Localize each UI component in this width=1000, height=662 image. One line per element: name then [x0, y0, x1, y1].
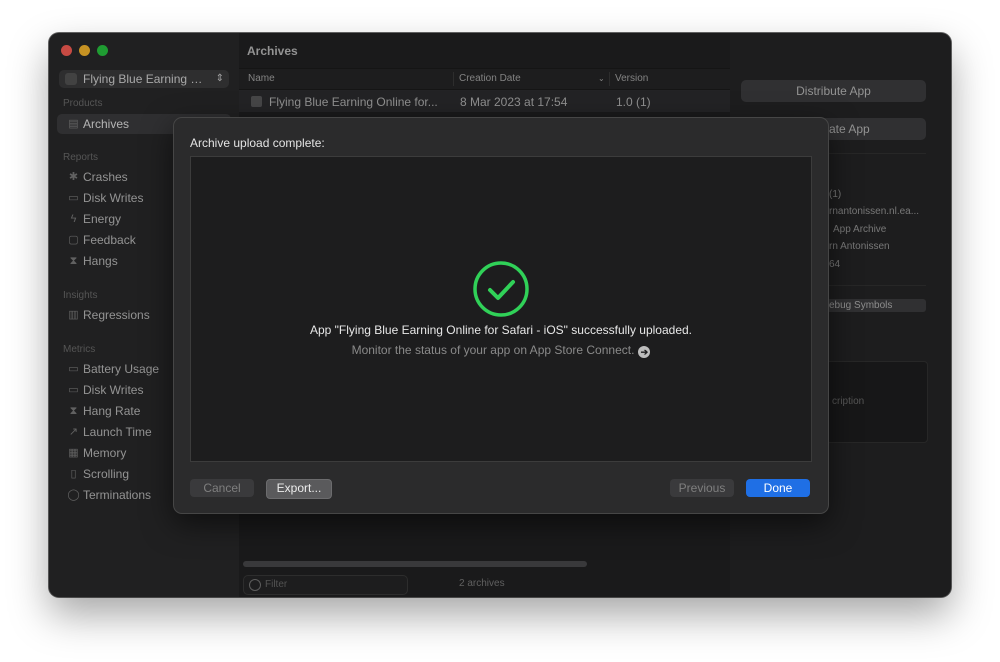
app-store-connect-link[interactable]: Monitor the status of your app on App St…: [191, 343, 811, 358]
done-button[interactable]: Done: [746, 479, 810, 497]
dialog-title: Archive upload complete:: [190, 136, 325, 150]
checkmark-circle-icon: [473, 261, 529, 317]
arrow-right-circle-icon[interactable]: ➔: [638, 346, 651, 358]
dialog-content-panel: App "Flying Blue Earning Online for Safa…: [190, 156, 812, 462]
upload-complete-dialog: Archive upload complete: App "Flying Blu…: [173, 117, 829, 514]
cancel-button[interactable]: Cancel: [190, 479, 254, 497]
xcode-organizer-window: Flying Blue Earning On... ⇕ Products ▤ A…: [49, 33, 951, 597]
previous-button[interactable]: Previous: [670, 479, 734, 497]
app-store-connect-text: Monitor the status of your app on App St…: [351, 343, 635, 357]
export-button[interactable]: Export...: [266, 479, 332, 499]
success-message: App "Flying Blue Earning Online for Safa…: [309, 323, 693, 337]
